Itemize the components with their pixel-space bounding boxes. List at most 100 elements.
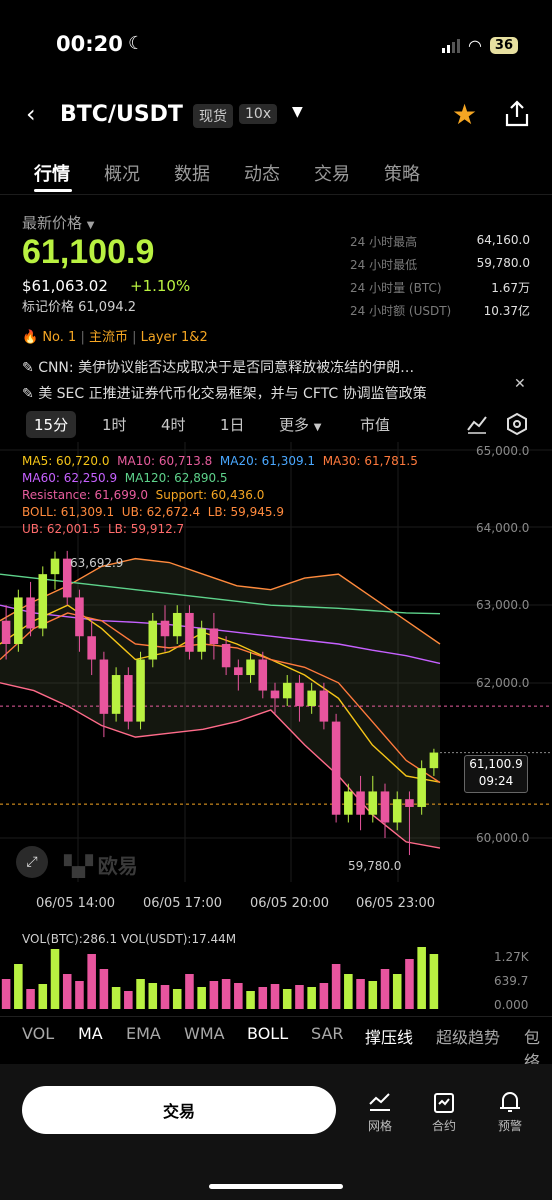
drawing-tools-icon[interactable] [466, 414, 488, 438]
indicator-boll[interactable]: BOLL [247, 1024, 288, 1043]
candle-body [111, 675, 121, 714]
stat-row: 24 小时额 (USDT) 10.37亿 [350, 304, 530, 318]
trade-button[interactable]: 交易 [22, 1086, 336, 1134]
tab-strategy[interactable]: 策略 [384, 158, 420, 188]
volume-bar [331, 964, 341, 1009]
indicator-sar[interactable]: SAR [311, 1024, 344, 1043]
price-axis-label: 64,000.0 [476, 521, 530, 535]
home-indicator [209, 1184, 343, 1189]
share-icon[interactable] [504, 100, 530, 132]
ma20-label: MA20: 61,309.1 [219, 454, 316, 468]
candle-body [160, 620, 170, 637]
stat-row: 24 小时量 (BTC) 1.67万 [350, 281, 530, 295]
volume-label: VOL(BTC):286.1 VOL(USDT):17.44M [22, 932, 237, 946]
tab-market[interactable]: 行情 [34, 158, 70, 188]
volume-bar [429, 954, 439, 1009]
leverage-tag: 10x [239, 104, 278, 124]
contract-nav[interactable]: 合约 [424, 1090, 464, 1134]
latest-price-label[interactable]: 最新价格 ▼ [22, 212, 95, 233]
settings-hex-icon[interactable] [506, 412, 528, 440]
candle-body [124, 675, 133, 722]
layer-badge[interactable]: Layer 1&2 [141, 330, 208, 345]
candle-body [197, 628, 206, 652]
indicator-ma[interactable]: MA [78, 1024, 103, 1043]
volume-bar [124, 991, 133, 1009]
ma30-label: MA30: 61,781.5 [322, 454, 418, 468]
indicator-ema[interactable]: EMA [126, 1024, 161, 1043]
timeframe-4h[interactable]: 4时 [161, 414, 186, 435]
back-icon[interactable]: ‹ [26, 100, 36, 128]
timeframe-1h[interactable]: 1时 [102, 414, 127, 435]
volume-bar [282, 989, 292, 1009]
candle-body [209, 628, 219, 644]
close-icon[interactable]: ✕ [514, 376, 526, 392]
timeframe-more[interactable]: 更多 ▼ [279, 414, 322, 435]
grid-nav[interactable]: 网格 [360, 1090, 400, 1134]
volume-bar [405, 959, 414, 1009]
star-icon[interactable]: ★ [452, 98, 477, 131]
env-lb-label: LB: 59,912.7 [107, 522, 185, 536]
ma5-label: MA5: 60,720.0 [22, 454, 110, 468]
news-icon: ✎ [22, 386, 39, 402]
bell-icon [500, 1092, 520, 1112]
volume-bar [380, 969, 390, 1009]
timeframe-market-cap[interactable]: 市值 [360, 414, 390, 435]
category-badge[interactable]: 主流币 [89, 330, 128, 345]
indicator-supertrend[interactable]: 超级趋势 [436, 1024, 500, 1048]
candle-body [307, 690, 316, 707]
indicator-bar: VOL MA EMA WMA BOLL SAR 撑压线 超级趋势 包络 [0, 1024, 552, 1071]
alert-nav[interactable]: 预警 [490, 1090, 530, 1134]
dropdown-chevron-icon[interactable]: ▼ [292, 104, 303, 120]
volume-bar [185, 974, 194, 1009]
candle-body [38, 574, 48, 629]
watermark-logo: ▚▞ 欧易 [64, 854, 138, 878]
volume-bar [209, 981, 219, 1009]
candle-body [99, 659, 109, 714]
resistance-label: Resistance: 61,699.0 [22, 488, 148, 502]
volume-bar [87, 954, 96, 1009]
boll-ub-label: UB: 62,672.4 [121, 505, 201, 519]
tab-news[interactable]: 动态 [244, 158, 280, 188]
price-axis-label: 60,000.0 [476, 831, 530, 845]
pair-title[interactable]: BTC/USDT [60, 102, 183, 127]
fire-icon: 🔥 [22, 330, 39, 345]
news-icon: ✎ [22, 360, 39, 376]
current-price-tag: 61,100.9 09:24 [464, 755, 528, 793]
indicator-vol[interactable]: VOL [22, 1024, 54, 1043]
volume-bar [295, 985, 304, 1009]
tab-data[interactable]: 数据 [174, 158, 210, 188]
timeframe-15m[interactable]: 15分 [26, 411, 77, 438]
high-marker: 63,692.9 [70, 556, 124, 570]
spot-tag: 现货 [193, 104, 233, 128]
time-axis-label: 06/05 14:00 [36, 896, 116, 911]
candle-body [368, 791, 378, 815]
ma10-label: MA10: 60,713.8 [117, 454, 213, 468]
volume-bar [197, 987, 206, 1009]
volume-bar [111, 987, 121, 1009]
volume-bar [258, 987, 268, 1009]
candle-body [331, 721, 341, 815]
candle-body [282, 682, 292, 699]
volume-bar [307, 987, 316, 1009]
volume-bar [26, 989, 35, 1009]
divider [0, 1016, 552, 1017]
news-item[interactable]: ✎ 美 SEC 正推进证券代币化交易框架，并与 CFTC 协调监管政策 [22, 378, 502, 410]
volume-axis-label: 639.7 [494, 974, 529, 988]
support-label: Support: 60,436.0 [155, 488, 265, 502]
candle-body [50, 558, 60, 575]
status-icons: ◠ 36 [441, 36, 518, 55]
fullscreen-icon[interactable]: ⤢ [16, 846, 48, 878]
volume-bar [319, 983, 329, 1009]
volume-bar [99, 969, 109, 1009]
tab-overview[interactable]: 概况 [104, 158, 140, 188]
indicator-support-resistance[interactable]: 撑压线 [365, 1024, 413, 1048]
boll-lb-label: LB: 59,945.9 [207, 505, 284, 519]
candle-body [417, 768, 426, 807]
indicator-wma[interactable]: WMA [184, 1024, 225, 1043]
volume-bar [234, 983, 243, 1009]
timeframe-1d[interactable]: 1日 [220, 414, 245, 435]
rank-badge[interactable]: No. 1 [42, 330, 76, 345]
time-axis-label: 06/05 23:00 [356, 896, 436, 911]
tab-trade[interactable]: 交易 [314, 158, 350, 188]
candle-body [270, 690, 280, 699]
